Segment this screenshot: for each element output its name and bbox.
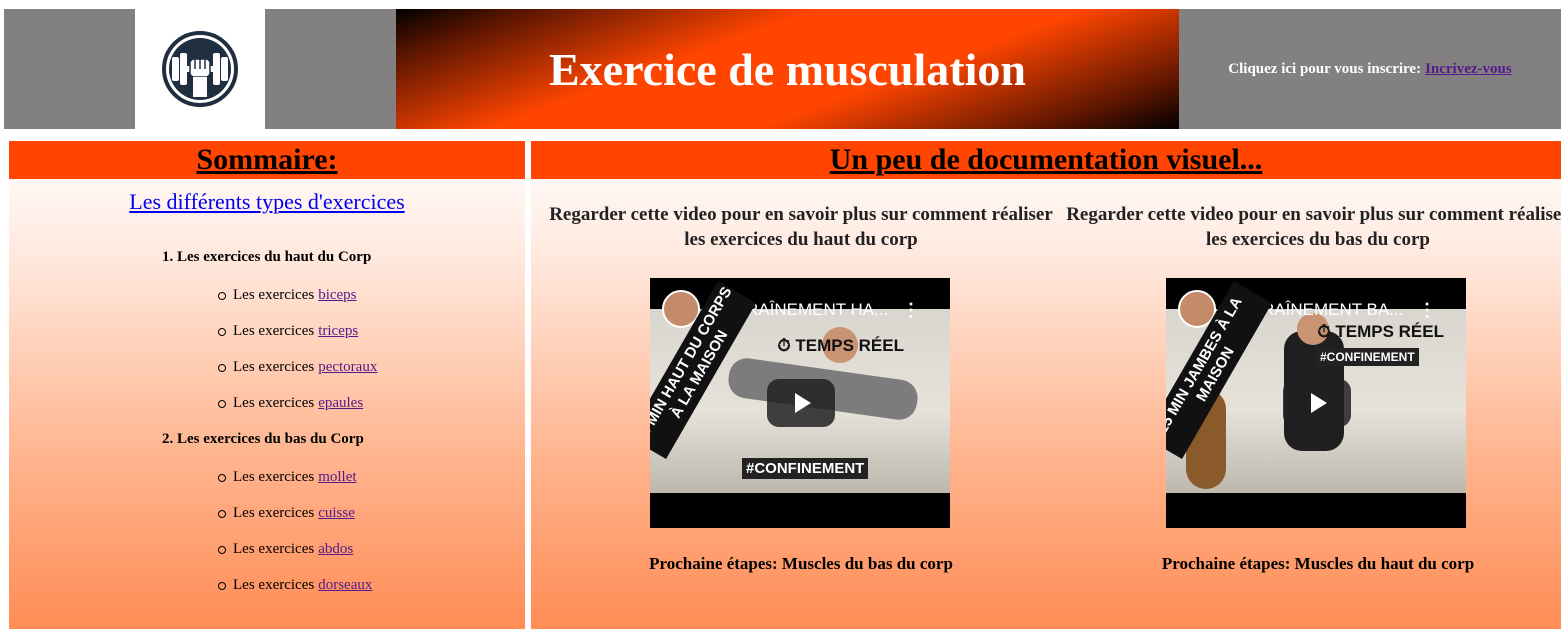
fist-dumbbell-icon [162, 31, 238, 107]
bullet-icon [218, 363, 226, 372]
logo [135, 9, 265, 129]
list-item: Les exercices cuisse [218, 505, 355, 522]
group-title-lower: 2. Les exercices du bas du Corp [162, 431, 364, 447]
bullet-icon [218, 581, 226, 590]
signup-area: Cliquez ici pour vous inscrire: Incrivez… [1179, 9, 1561, 129]
bullet-icon [218, 291, 226, 300]
epaules-link[interactable]: epaules [318, 395, 363, 412]
group-title-upper: 1. Les exercices du haut du Corp [162, 249, 372, 265]
next-step-upper: Prochaine étapes: Muscles du bas du corp [649, 554, 953, 573]
item-prefix: Les exercices [233, 505, 315, 521]
item-prefix: Les exercices [233, 287, 315, 303]
documentation-panel: Un peu de documentation visuel... Regard… [531, 141, 1561, 629]
item-prefix: Les exercices [233, 469, 315, 485]
summary-panel: Sommaire: Les différents types d'exercic… [9, 141, 525, 629]
play-button[interactable] [1283, 379, 1351, 427]
signup-text: Cliquez ici pour vous inscrire: [1228, 60, 1422, 77]
bullet-icon [218, 473, 226, 482]
play-icon [1311, 393, 1327, 413]
header-title-banner: Exercice de musculation [396, 9, 1179, 129]
video-hashtag: #CONFINEMENT [742, 458, 869, 479]
more-options-icon[interactable]: ⋮ [1418, 300, 1436, 321]
exercise-types-link[interactable]: Les différents types d'exercices [9, 189, 525, 215]
more-options-icon[interactable]: ⋮ [902, 300, 920, 321]
bullet-icon [218, 399, 226, 408]
page-title: Exercice de musculation [549, 43, 1026, 95]
triceps-link[interactable]: triceps [318, 323, 358, 340]
bullet-icon [218, 545, 226, 554]
item-prefix: Les exercices [233, 359, 315, 375]
video-player-lower[interactable]: ENTRAÎNEMENT BA... ⋮ 15 MIN JAMBES À LA … [1166, 278, 1466, 528]
biceps-link[interactable]: biceps [318, 287, 356, 304]
cuisse-link[interactable]: cuisse [318, 505, 355, 522]
list-item: Les exercices abdos [218, 541, 353, 558]
play-icon [795, 393, 811, 413]
video-hashtag: #CONFINEMENT [1316, 348, 1419, 366]
item-prefix: Les exercices [233, 395, 315, 411]
list-item: Les exercices epaules [218, 395, 363, 412]
bullet-icon [218, 327, 226, 336]
list-item: Les exercices dorseaux [218, 577, 372, 594]
list-item: Les exercices mollet [218, 469, 357, 486]
summary-heading: Sommaire: [9, 141, 525, 179]
pectoraux-link[interactable]: pectoraux [318, 359, 377, 376]
bullet-icon [218, 509, 226, 518]
video-player-upper[interactable]: ENTRAÎNEMENT HA... ⋮ 15 MIN HAUT DU CORP… [650, 278, 950, 528]
header-mid-block [265, 9, 396, 129]
video-intro-lower: Regarder cette video pour en savoir plus… [1066, 204, 1561, 250]
temps-reel-text: TEMPS RÉEL [795, 336, 904, 355]
item-prefix: Les exercices [233, 323, 315, 339]
list-item: Les exercices pectoraux [218, 359, 377, 376]
item-prefix: Les exercices [233, 541, 315, 557]
dorseaux-link[interactable]: dorseaux [318, 577, 372, 594]
temps-reel-label: ⏱ TEMPS RÉEL [777, 336, 904, 355]
abdos-link[interactable]: abdos [318, 541, 353, 558]
list-item: Les exercices triceps [218, 323, 358, 340]
play-button[interactable] [767, 379, 835, 427]
next-step-lower: Prochaine étapes: Muscles du haut du cor… [1161, 554, 1475, 573]
page-header: Exercice de musculation Cliquez ici pour… [4, 9, 1561, 129]
documentation-heading: Un peu de documentation visuel... [531, 141, 1561, 179]
list-item: Les exercices biceps [218, 287, 357, 304]
item-prefix: Les exercices [233, 577, 315, 593]
mollet-link[interactable]: mollet [318, 469, 356, 486]
signup-link[interactable]: Incrivez-vous [1425, 61, 1512, 78]
video-intro-upper: Regarder cette video pour en savoir plus… [549, 204, 1053, 250]
header-left-block [4, 9, 135, 129]
temps-reel-label: ⏱ TEMPS RÉEL [1317, 322, 1444, 341]
temps-reel-text: TEMPS RÉEL [1335, 322, 1444, 341]
